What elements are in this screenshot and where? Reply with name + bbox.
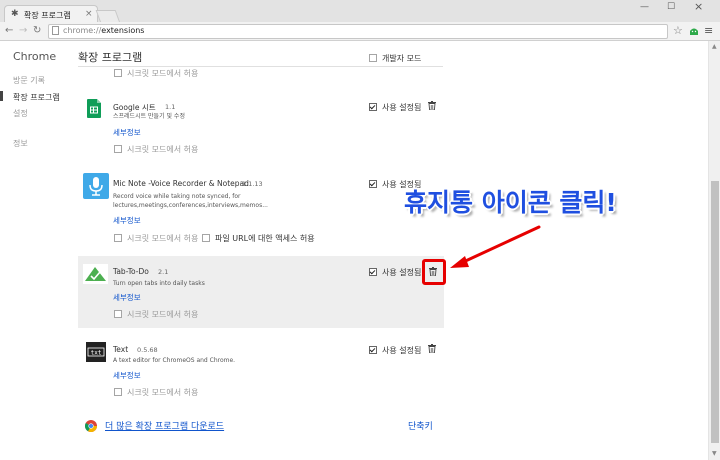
details-link[interactable]: 세부정보 [113,370,141,381]
browser-toolbar: ← → ↻ chrome://extensions ☆ ≡ [0,22,720,41]
enabled-checkbox[interactable] [369,268,377,276]
url-text: chrome://extensions [63,26,145,35]
extension-description: A text editor for ChromeOS and Chrome. [113,357,236,364]
details-link[interactable]: 세부정보 [113,215,141,226]
chrome-web-store-icon [85,420,97,432]
puzzle-icon: ✱ [11,9,19,19]
extension-version: 1.1.13 [242,180,263,188]
incognito-option[interactable]: 시크릿 모드에서 허용 [114,387,198,398]
incognito-option[interactable]: 시크릿 모드에서 허용 [114,68,198,79]
incognito-checkbox[interactable] [114,145,122,153]
trash-icon[interactable] [428,101,436,110]
page-icon [52,26,59,35]
extension-version: 0.5.68 [137,346,158,354]
extension-description: Turn open tabs into daily tasks [113,280,205,287]
enabled-checkbox[interactable] [369,346,377,354]
incognito-label: 시크릿 모드에서 허용 [127,388,199,397]
page-title: 확장 프로그램 [78,51,143,64]
tab-extensions[interactable]: ✱ 확장 프로그램 × [4,5,98,23]
trash-highlight-box [422,259,446,285]
developer-mode-label: 개발자 모드 [382,54,422,63]
annotation-text: 휴지통 아이콘 클릭! [404,188,617,217]
extension-name: Text [113,345,129,354]
android-extension-icon[interactable] [689,26,699,36]
svg-text:txt: txt [91,350,102,357]
file-url-checkbox[interactable] [202,234,210,242]
trash-icon[interactable] [428,344,436,353]
close-window-icon[interactable]: × [694,0,703,13]
enabled-label: 사용 설정됨 [382,103,422,112]
scroll-down-icon[interactable]: ▼ [712,450,717,457]
extension-version: 2.1 [158,268,169,276]
details-link[interactable]: 세부정보 [113,292,141,303]
incognito-checkbox[interactable] [114,69,122,77]
annotation-arrow [450,225,541,268]
extension-description: lectures,meetings,conferences,interviews… [113,202,268,209]
back-icon[interactable]: ← [5,25,13,36]
developer-mode-toggle[interactable]: 개발자 모드 [369,53,421,64]
sidebar-item-history[interactable]: 방문 기록 [13,75,45,86]
incognito-label: 시크릿 모드에서 허용 [127,310,199,319]
extension-version: 1.1 [165,103,176,111]
keyboard-shortcuts-link[interactable]: 단축키 [408,419,433,432]
enabled-toggle[interactable]: 사용 설정됨 [369,345,421,356]
incognito-checkbox[interactable] [114,310,122,318]
incognito-option[interactable]: 시크릿 모드에서 허용 [114,309,198,320]
tab-title: 확장 프로그램 [24,11,71,20]
close-icon[interactable]: × [85,9,93,19]
scrollbar-thumb[interactable] [711,181,719,443]
menu-icon[interactable]: ≡ [704,25,713,36]
reload-icon[interactable]: ↻ [33,25,41,36]
incognito-option[interactable]: 시크릿 모드에서 허용 [114,233,198,244]
incognito-checkbox[interactable] [114,388,122,396]
file-url-label: 파일 URL에 대한 액세스 허용 [215,234,315,243]
enabled-label: 사용 설정됨 [382,346,422,355]
maximize-icon[interactable]: ☐ [667,2,675,12]
scroll-up-icon[interactable]: ▲ [712,43,717,50]
incognito-checkbox[interactable] [114,234,122,242]
enabled-label: 사용 설정됨 [382,268,422,277]
enabled-toggle[interactable]: 사용 설정됨 [369,102,421,113]
more-extensions-link[interactable]: 더 많은 확장 프로그램 다운로드 [105,419,224,432]
incognito-label: 시크릿 모드에서 허용 [127,234,199,243]
incognito-option[interactable]: 시크릿 모드에서 허용 [114,144,198,155]
enabled-checkbox[interactable] [369,103,377,111]
extension-description: 스프레드시트 만들기 및 수정 [113,113,185,120]
microphone-icon [83,173,109,199]
address-bar[interactable]: chrome://extensions [48,24,668,39]
enabled-toggle[interactable]: 사용 설정됨 [369,267,421,278]
sidebar-item-about[interactable]: 정보 [13,138,28,149]
developer-mode-checkbox[interactable] [369,54,377,62]
active-nav-marker [0,91,3,101]
extension-name: Tab-To-Do [113,267,149,276]
extension-name: Mic Note -Voice Recorder & Notepad [113,179,249,188]
text-editor-icon: txt [86,342,106,362]
sidebar-item-extensions[interactable]: 확장 프로그램 [13,92,60,103]
header-divider [78,66,443,67]
details-link[interactable]: 세부정보 [113,127,141,138]
file-url-option[interactable]: 파일 URL에 대한 액세스 허용 [202,233,315,244]
sidebar-title: Chrome [13,50,57,63]
google-sheets-icon [87,99,101,118]
minimize-icon[interactable]: — [640,2,649,12]
scrollbar[interactable]: ▲ ▼ [708,41,720,460]
forward-icon[interactable]: → [19,25,27,36]
green-checkmark-icon [83,264,108,284]
sidebar-item-settings[interactable]: 설정 [13,108,28,119]
bookmark-star-icon[interactable]: ☆ [673,25,683,36]
incognito-label: 시크릿 모드에서 허용 [127,145,199,154]
enabled-checkbox[interactable] [369,180,377,188]
incognito-label: 시크릿 모드에서 허용 [127,69,199,78]
tab-bar: ✱ 확장 프로그램 × — ☐ × [0,0,720,23]
